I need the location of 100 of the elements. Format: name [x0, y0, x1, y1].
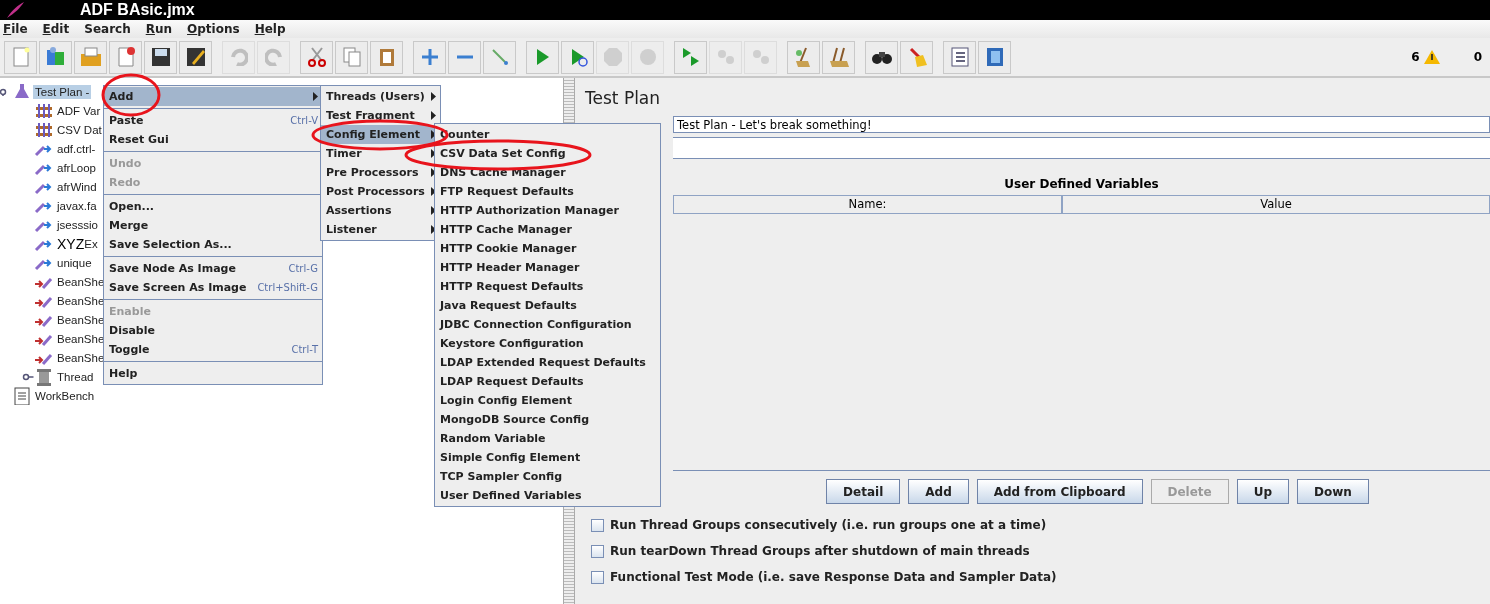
submenu-arrow-icon: [430, 168, 436, 177]
redo-icon: [264, 48, 283, 66]
menu-item[interactable]: HTTP Cookie Manager: [435, 239, 660, 258]
menu-item[interactable]: Help: [104, 364, 322, 383]
highlight-ellipse: [101, 73, 161, 117]
column-header[interactable]: Name:: [673, 195, 1062, 214]
save-as-icon: [185, 47, 206, 67]
remote-start-icon: [680, 47, 701, 67]
tree-node-label[interactable]: BeanShe: [55, 350, 107, 365]
menu-bar-item[interactable]: Options: [187, 22, 240, 36]
menu-item[interactable]: Threads (Users): [321, 87, 440, 106]
menu-bar-item[interactable]: File: [3, 22, 28, 36]
tree-node-label[interactable]: Test Plan -: [33, 84, 92, 99]
submenu-arrow-icon: [430, 130, 436, 139]
menu-item[interactable]: User Defined Variables: [435, 486, 660, 505]
tree-node-label[interactable]: Ex: [84, 236, 100, 251]
checkbox[interactable]: [591, 544, 604, 558]
menu-item[interactable]: Toggle Ctrl-T: [104, 340, 322, 359]
menu-item[interactable]: Save Selection As...: [104, 235, 322, 254]
panel-title: Test Plan: [585, 88, 662, 108]
checkbox[interactable]: [591, 570, 604, 584]
table-button[interactable]: Detail: [826, 479, 901, 504]
stop-icon: [602, 47, 623, 67]
tree-node-label[interactable]: BeanShe: [55, 331, 107, 346]
tree-node-label[interactable]: BeanShe: [55, 312, 107, 327]
menu-item[interactable]: CSV Data Set Config: [435, 144, 660, 163]
error-count: 0: [1473, 50, 1482, 64]
option-label: Run tearDown Thread Groups after shutdown of main threads: [610, 544, 1030, 558]
menu-item[interactable]: HTTP Authorization Manager: [435, 201, 660, 220]
menu-item[interactable]: Add: [104, 87, 322, 106]
warning-count: 6: [1411, 50, 1420, 64]
menu-item[interactable]: Java Request Defaults: [435, 296, 660, 315]
tree-node-label[interactable]: afrWind: [55, 179, 99, 194]
tree-node-label[interactable]: CSV Dat: [55, 122, 104, 137]
clear-all-icon: [828, 47, 849, 67]
checkbox[interactable]: [591, 518, 604, 532]
menu-item[interactable]: HTTP Cache Manager: [435, 220, 660, 239]
clipboard-icon: [12, 386, 32, 405]
help-icon: [984, 47, 1005, 67]
tree-toggle-icon[interactable]: [22, 372, 34, 381]
menu-item[interactable]: LDAP Request Defaults: [435, 372, 660, 391]
submenu-arrow-icon: [430, 187, 436, 196]
menu-bar-item[interactable]: Run: [145, 22, 173, 36]
menu-bar-item[interactable]: Help: [254, 22, 286, 36]
copy-icon: [341, 47, 362, 67]
tree-node-label[interactable]: BeanShe: [55, 274, 107, 289]
menu-item[interactable]: Test Fragment: [321, 106, 440, 125]
menu-item[interactable]: TCP Sampler Config: [435, 467, 660, 486]
menu-item[interactable]: HTTP Request Defaults: [435, 277, 660, 296]
comments-field[interactable]: [673, 137, 1490, 159]
table-button[interactable]: Down: [1297, 479, 1369, 504]
tree-node-label[interactable]: WorkBench: [33, 388, 97, 403]
cut-icon: [306, 47, 327, 67]
menu-item[interactable]: JDBC Connection Configuration: [435, 315, 660, 334]
tree-node-label[interactable]: XYZ: [57, 235, 85, 252]
toolbar-button[interactable]: [865, 40, 898, 74]
menu-item[interactable]: Disable: [104, 321, 322, 340]
column-header[interactable]: Value: [1062, 195, 1490, 214]
tree-node-label[interactable]: javax.fa: [55, 198, 99, 213]
flask-icon: [12, 82, 32, 101]
tree-node-label[interactable]: adf.ctrl-: [55, 141, 98, 156]
menu-item[interactable]: Merge: [104, 216, 322, 235]
tree-node-label[interactable]: unique: [55, 255, 94, 270]
rack-icon: [34, 101, 54, 120]
tree-node-label[interactable]: Thread: [55, 369, 96, 384]
warning-icon[interactable]: [1423, 50, 1440, 64]
menu-bar-item[interactable]: Edit: [42, 22, 70, 36]
menu-item[interactable]: Save Screen As Image Ctrl+Shift-G: [104, 278, 322, 297]
menu-item[interactable]: LDAP Extended Request Defaults: [435, 353, 660, 372]
tree-node-label[interactable]: BeanShe: [55, 293, 107, 308]
menu-item[interactable]: Open...: [104, 197, 322, 216]
window-title: ADF BAsic.jmx: [80, 1, 195, 19]
menu-item[interactable]: Reset Gui: [104, 130, 322, 149]
option-label: Functional Test Mode (i.e. save Response Data and Sampler Data): [610, 570, 1057, 584]
toolbar-button[interactable]: [144, 40, 177, 74]
menu-item[interactable]: Random Variable: [435, 429, 660, 448]
menu-item[interactable]: Keystore Configuration: [435, 334, 660, 353]
rack-icon: [34, 120, 54, 139]
toolbar-button[interactable]: [179, 40, 212, 74]
menu-item[interactable]: MongoDB Source Config: [435, 410, 660, 429]
menu-bar-item[interactable]: Search: [84, 22, 131, 36]
submenu-arrow-icon: [430, 92, 436, 101]
submenu-arrow-icon: [430, 206, 436, 215]
name-field[interactable]: Test Plan - Let's break something!: [673, 116, 1490, 133]
table-title: User Defined Variables: [1003, 176, 1160, 193]
tree-node-label[interactable]: ADF Var: [55, 103, 103, 118]
tree-node-label[interactable]: jsesssio: [55, 217, 100, 232]
table-button[interactable]: Up: [1236, 479, 1290, 504]
menu-item[interactable]: FTP Request Defaults: [435, 182, 660, 201]
spool-icon: [34, 367, 54, 386]
menu-item[interactable]: Save Node As Image Ctrl-G: [104, 259, 322, 278]
menu-item[interactable]: Simple Config Element: [435, 448, 660, 467]
tree-node-label[interactable]: afrLoop: [55, 160, 98, 175]
expand-icon: [420, 48, 439, 66]
undo-icon: [229, 48, 248, 66]
menu-item[interactable]: HTTP Header Manager: [435, 258, 660, 277]
table-button[interactable]: Add from Clipboard: [976, 479, 1143, 504]
table-button[interactable]: Add: [908, 479, 969, 504]
menu-item[interactable]: Login Config Element: [435, 391, 660, 410]
menu-item[interactable]: Paste Ctrl-V: [104, 111, 322, 130]
